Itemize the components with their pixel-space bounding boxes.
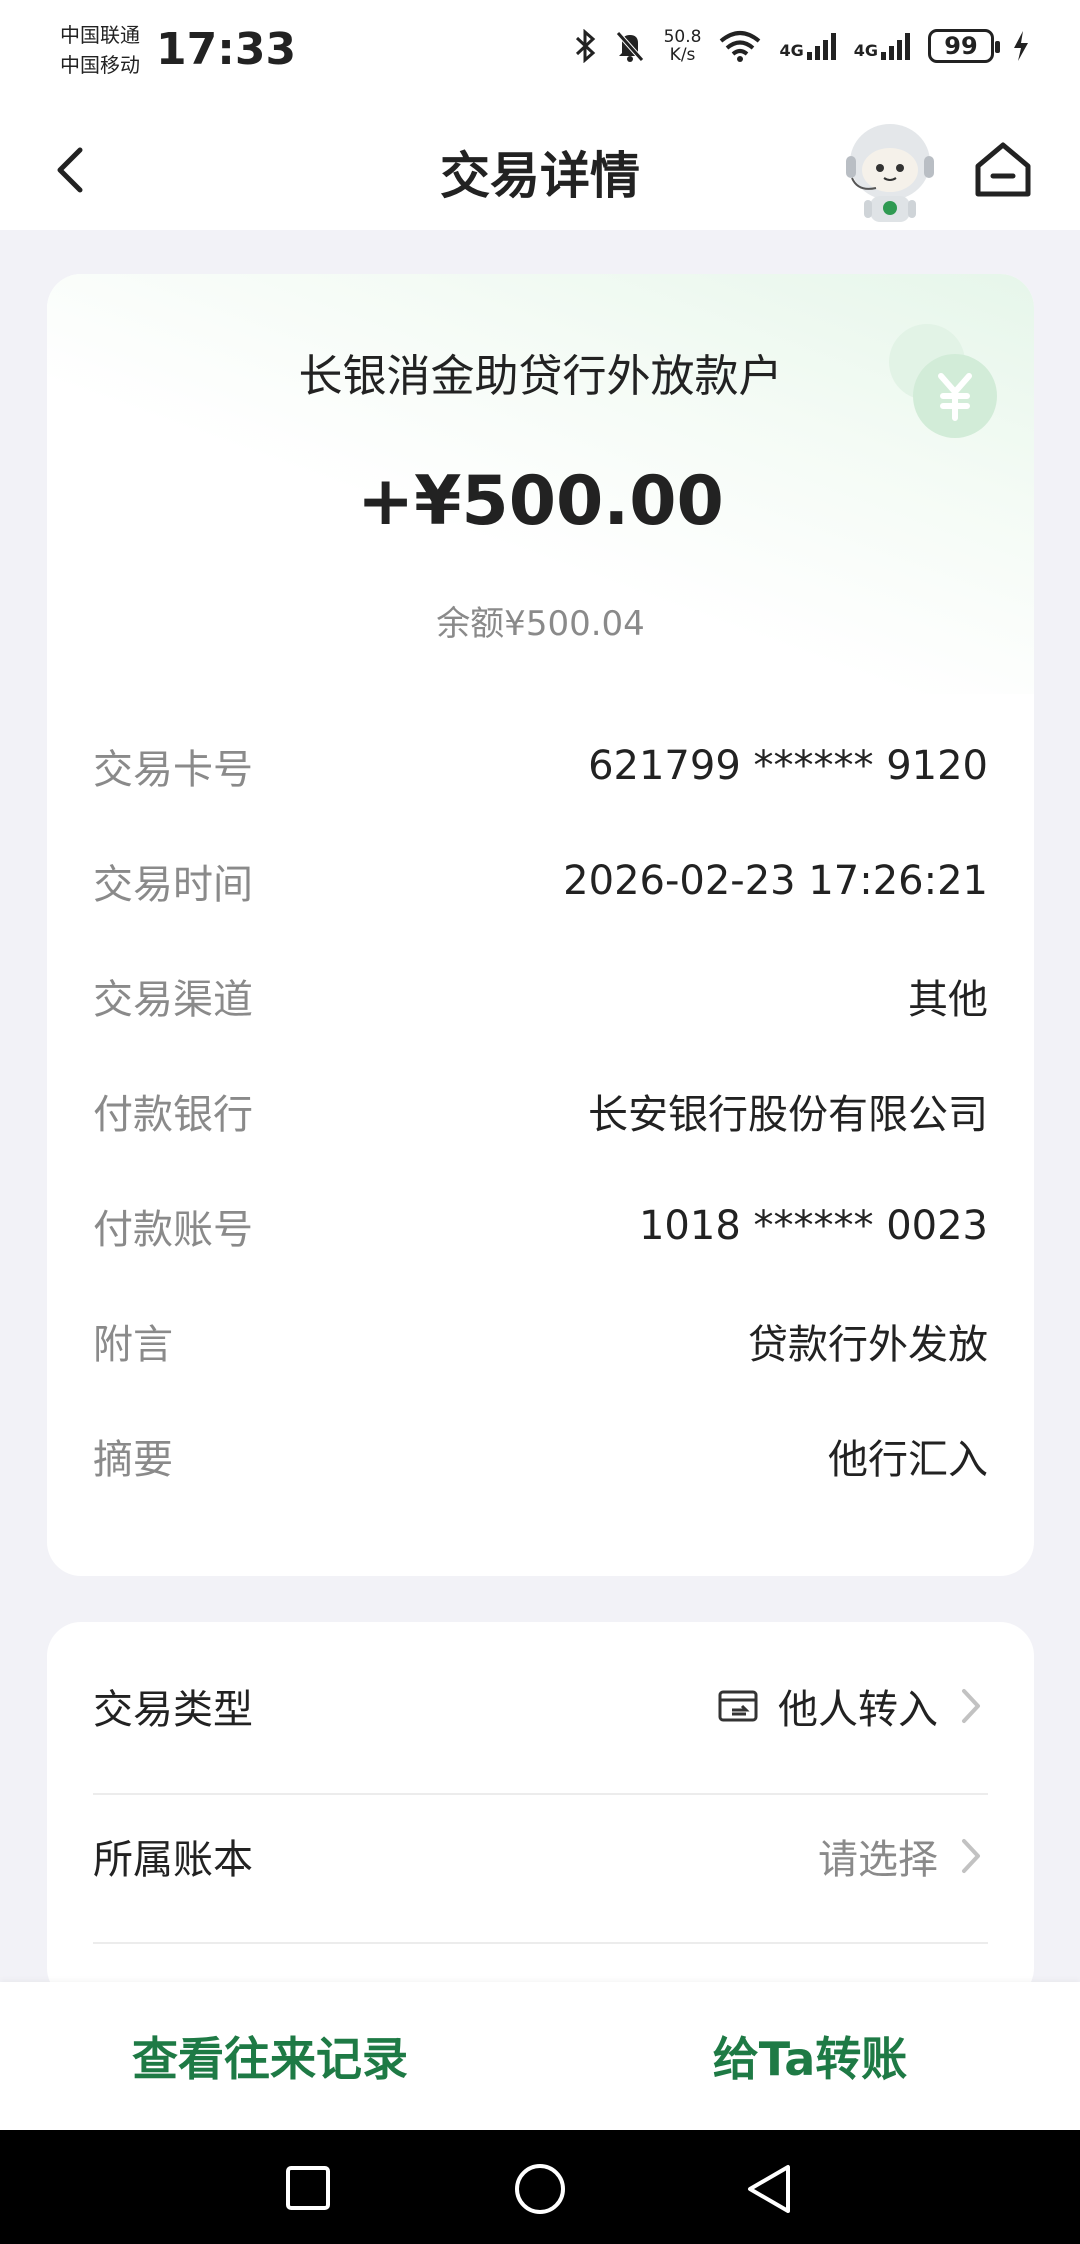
charging-icon xyxy=(1014,31,1028,61)
robot-assistant-icon xyxy=(846,124,934,222)
transfer-button[interactable]: 给Ta转账 xyxy=(540,1982,1080,2130)
detail-label: 摘要 xyxy=(93,1437,173,1483)
ledger-label: 所属账本 xyxy=(93,1837,253,1883)
detail-value: 621799 ****** 9120 xyxy=(588,743,988,789)
row-divider xyxy=(93,1942,988,1944)
view-history-button[interactable]: 查看往来记录 xyxy=(0,1982,540,2130)
detail-value: 其他 xyxy=(908,977,988,1023)
detail-label: 付款银行 xyxy=(93,1092,253,1138)
detail-value: 2026-02-23 17:26:21 xyxy=(563,858,988,904)
system-nav-bar xyxy=(0,2130,1080,2244)
nav-bar: 交易详情 xyxy=(0,110,1080,230)
battery-indicator: 99 xyxy=(928,29,1000,63)
status-bar: 中国联通 中国移动 17:33 50.8 K/s 4G 4G 99 xyxy=(0,0,1080,110)
signal-bars-1-icon xyxy=(806,32,836,60)
detail-label: 付款账号 xyxy=(93,1207,253,1253)
carrier-2: 中国移动 xyxy=(60,53,140,77)
network-type-1: 4G xyxy=(779,41,804,60)
card-transfer-icon xyxy=(718,1690,758,1722)
network-type-2: 4G xyxy=(853,41,878,60)
ledger-row[interactable]: 所属账本 请选择 xyxy=(93,1782,988,1930)
payee-name: 长银消金助贷行外放款户 xyxy=(298,351,783,402)
detail-label: 交易卡号 xyxy=(93,747,253,793)
recent-apps-icon[interactable] xyxy=(284,2164,332,2212)
carrier-1: 中国联通 xyxy=(60,23,140,47)
home-circle-icon[interactable] xyxy=(513,2162,567,2216)
net-speed-value: 50.8 xyxy=(663,27,702,47)
detail-label: 交易时间 xyxy=(93,862,253,908)
net-speed-unit: K/s xyxy=(669,45,696,65)
detail-row-summary: 摘要 他行汇入 xyxy=(93,1426,988,1486)
chevron-right-icon xyxy=(962,1689,980,1723)
bluetooth-icon xyxy=(575,29,595,63)
assistant-button[interactable] xyxy=(838,116,942,226)
detail-row-payer-bank: 付款银行 长安银行股份有限公司 xyxy=(93,1081,988,1141)
detail-row-time: 交易时间 2026-02-23 17:26:21 xyxy=(93,851,988,911)
bottom-action-bar: 查看往来记录 给Ta转账 xyxy=(0,1982,1080,2130)
transaction-amount: +¥500.00 xyxy=(357,462,724,541)
net-speed: 50.8 K/s xyxy=(664,28,702,64)
home-button[interactable] xyxy=(970,136,1036,202)
status-time: 17:33 xyxy=(156,24,297,75)
signal-bars-2-icon xyxy=(881,32,910,60)
transaction-card: 长银消金助贷行外放款户 +¥500.00 余额¥500.04 交易卡号 6217… xyxy=(47,274,1034,1576)
detail-value: 他行汇入 xyxy=(828,1437,988,1483)
wifi-icon xyxy=(720,31,761,62)
detail-value: 贷款行外发放 xyxy=(748,1322,988,1368)
detail-row-channel: 交易渠道 其他 xyxy=(93,966,988,1026)
detail-label: 交易渠道 xyxy=(93,977,253,1023)
signal-1: 4G xyxy=(779,32,836,60)
detail-value: 长安银行股份有限公司 xyxy=(588,1092,988,1138)
transaction-type-label: 交易类型 xyxy=(93,1687,253,1733)
detail-row-remark: 附言 贷款行外发放 xyxy=(93,1311,988,1371)
signal-2: 4G xyxy=(854,32,910,60)
mute-bell-icon xyxy=(615,31,644,62)
ledger-value: 请选择 xyxy=(818,1837,938,1883)
detail-value: 1018 ****** 0023 xyxy=(638,1203,988,1249)
detail-row-card-number: 交易卡号 621799 ****** 9120 xyxy=(93,736,988,796)
back-triangle-icon[interactable] xyxy=(744,2162,794,2216)
transaction-type-row[interactable]: 交易类型 他人转入 xyxy=(93,1632,988,1780)
detail-row-payer-account: 付款账号 1018 ****** 0023 xyxy=(93,1196,988,1256)
options-card: 交易类型 他人转入 所属账本 请选择 xyxy=(47,1622,1034,2002)
account-balance: 余额¥500.04 xyxy=(436,604,645,644)
home-icon xyxy=(975,142,1031,197)
carrier-info: 中国联通 中国移动 xyxy=(60,20,140,80)
chevron-right-icon xyxy=(962,1839,980,1873)
transaction-type-value: 他人转入 xyxy=(778,1687,938,1733)
detail-label: 附言 xyxy=(93,1322,173,1368)
system-icons: 50.8 K/s 4G 4G 99 xyxy=(574,28,1030,64)
